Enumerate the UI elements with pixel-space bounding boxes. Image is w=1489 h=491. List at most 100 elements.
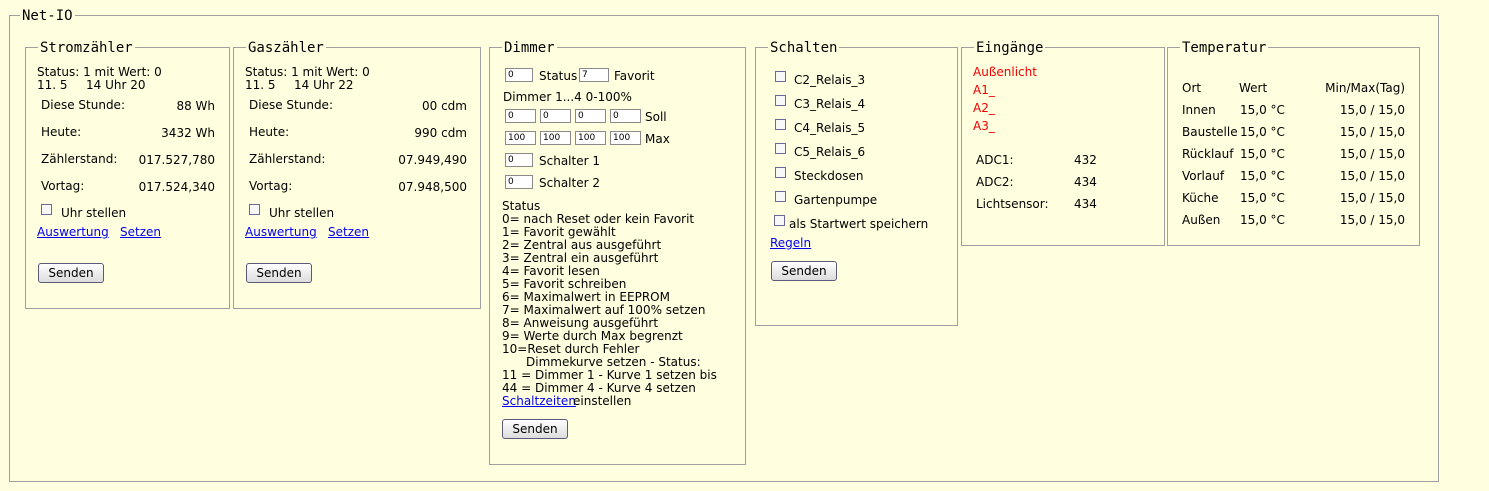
adc-value: 432 xyxy=(1074,153,1097,167)
temp-wert: 15,0 °C xyxy=(1240,147,1285,161)
strom-label: Diese Stunde: xyxy=(41,98,125,112)
schaltzeiten-suffix: einstellen xyxy=(573,394,632,408)
adc-value: 434 xyxy=(1074,175,1097,189)
relay-label: C4_Relais_5 xyxy=(794,121,866,135)
strom-status: Status: 1 mit Wert: 0 xyxy=(37,65,162,79)
strom-value: 017.524,340 xyxy=(138,180,215,194)
startwert-label: als Startwert speichern xyxy=(789,217,929,231)
strom-send-button[interactable]: Senden xyxy=(38,263,104,283)
dimmer-max-input[interactable]: 100 xyxy=(610,131,641,145)
temp-header-ort: Ort xyxy=(1182,81,1202,95)
adc-label: Lichtsensor: xyxy=(976,197,1049,211)
strom-time: 14 Uhr 20 xyxy=(86,78,146,92)
gas-value: 07.949,490 xyxy=(398,153,467,167)
dimmer-status-input[interactable]: 0 xyxy=(505,68,533,82)
temp-wert: 15,0 °C xyxy=(1240,169,1285,183)
dimmer-favorit-input[interactable]: 7 xyxy=(579,68,609,82)
relay-checkbox[interactable] xyxy=(775,95,786,106)
temp-minmax: 15,0 / 15,0 xyxy=(1339,191,1405,205)
temp-wert: 15,0 °C xyxy=(1240,103,1285,117)
temp-ort: Innen xyxy=(1182,103,1216,117)
adc-label: ADC1: xyxy=(976,153,1014,167)
temp-ort: Vorlauf xyxy=(1182,169,1225,183)
dimmer-max-input[interactable]: 100 xyxy=(540,131,571,145)
temp-ort: Baustelle xyxy=(1182,125,1238,139)
relay-label: Steckdosen xyxy=(794,169,864,183)
strom-value: 88 Wh xyxy=(176,99,215,113)
gas-status: Status: 1 mit Wert: 0 xyxy=(245,65,370,79)
temp-header-minmax: Min/Max(Tag) xyxy=(1325,81,1405,95)
gas-value: 00 cdm xyxy=(422,99,467,113)
gas-send-button[interactable]: Senden xyxy=(246,263,312,283)
dimmer-soll-input[interactable]: 0 xyxy=(610,109,641,123)
relay-checkbox[interactable] xyxy=(775,191,786,202)
dimmer-schalter2-input[interactable]: 0 xyxy=(505,175,533,189)
schalten-send-button[interactable]: Senden xyxy=(771,261,837,281)
temp-minmax: 15,0 / 15,0 xyxy=(1339,213,1405,227)
dimmer-soll-input[interactable]: 0 xyxy=(540,109,571,123)
eingaenge-panel: Eingänge Außenlicht A1_ A2_ A3_ ADC1: 43… xyxy=(961,40,1165,246)
strom-setzen-link[interactable]: Setzen xyxy=(120,225,161,239)
dimmer-schalter1-input[interactable]: 0 xyxy=(505,153,533,167)
strom-uhr-checkbox[interactable] xyxy=(41,204,52,215)
schalten-title: Schalten xyxy=(768,40,840,56)
strom-date: 11. 5 xyxy=(37,78,68,92)
gas-value: 990 cdm xyxy=(414,126,467,140)
temp-ort: Rücklauf xyxy=(1182,147,1234,161)
gas-uhr-checkbox[interactable] xyxy=(249,204,260,215)
gas-setzen-link[interactable]: Setzen xyxy=(328,225,369,239)
relay-checkbox[interactable] xyxy=(775,167,786,178)
strom-value: 3432 Wh xyxy=(161,126,215,140)
gas-value: 07.948,500 xyxy=(398,180,467,194)
gas-time: 14 Uhr 22 xyxy=(294,78,354,92)
relay-checkbox[interactable] xyxy=(775,119,786,130)
strom-title: Stromzähler xyxy=(38,40,135,56)
gas-auswertung-link[interactable]: Auswertung xyxy=(245,225,317,239)
strom-label: Zählerstand: xyxy=(41,152,118,166)
dimmer-soll-label: Soll xyxy=(645,110,667,124)
gas-date: 11. 5 xyxy=(245,78,276,92)
temp-minmax: 15,0 / 15,0 xyxy=(1339,147,1405,161)
gas-title: Gaszähler xyxy=(246,40,326,56)
dimmer-soll-input[interactable]: 0 xyxy=(575,109,606,123)
dimmer-status-help: Status 0= nach Reset oder kein Favorit 1… xyxy=(502,200,717,395)
dimmer-status-label: Status xyxy=(539,69,578,83)
relay-label: C5_Relais_6 xyxy=(794,145,866,159)
input-status: A3_ xyxy=(973,119,995,133)
schaltzeiten-link[interactable]: Schaltzeiten xyxy=(502,394,576,408)
dimmer-soll-input[interactable]: 0 xyxy=(505,109,536,123)
adc-label: ADC2: xyxy=(976,175,1014,189)
temp-wert: 15,0 °C xyxy=(1240,213,1285,227)
regeln-link[interactable]: Regeln xyxy=(770,236,811,250)
relay-label: C3_Relais_4 xyxy=(794,97,866,111)
gas-label: Vortag: xyxy=(249,179,293,193)
relay-checkbox[interactable] xyxy=(775,71,786,82)
relay-label: Gartenpumpe xyxy=(794,193,878,207)
dimmer-max-label: Max xyxy=(645,132,670,146)
dimmer-max-input[interactable]: 100 xyxy=(575,131,606,145)
gas-panel: Gaszähler Status: 1 mit Wert: 0 11. 5 14… xyxy=(233,40,481,309)
relay-checkbox[interactable] xyxy=(775,143,786,154)
dimmer-send-button[interactable]: Senden xyxy=(502,419,568,439)
dimmer-favorit-label: Favorit xyxy=(614,69,655,83)
temp-wert: 15,0 °C xyxy=(1240,125,1285,139)
dimmer-max-input[interactable]: 100 xyxy=(505,131,536,145)
gas-label: Zählerstand: xyxy=(249,152,326,166)
strom-uhr-label: Uhr stellen xyxy=(61,206,127,220)
startwert-checkbox[interactable] xyxy=(774,215,785,226)
temp-ort: Küche xyxy=(1182,191,1219,205)
netio-legend: Net-IO xyxy=(20,8,75,24)
relay-label: C2_Relais_3 xyxy=(794,73,866,87)
input-status: A1_ xyxy=(973,83,995,97)
strom-auswertung-link[interactable]: Auswertung xyxy=(37,225,109,239)
eingaenge-title: Eingänge xyxy=(974,40,1046,56)
schalten-panel: Schalten C2_Relais_3 C3_Relais_4 C4_Rela… xyxy=(755,40,958,326)
temp-minmax: 15,0 / 15,0 xyxy=(1339,103,1405,117)
strom-label: Vortag: xyxy=(41,179,85,193)
gas-label: Diese Stunde: xyxy=(249,98,333,112)
strom-label: Heute: xyxy=(41,125,82,139)
temp-minmax: 15,0 / 15,0 xyxy=(1339,169,1405,183)
gas-label: Heute: xyxy=(249,125,290,139)
input-status: A2_ xyxy=(973,101,995,115)
temp-header-wert: Wert xyxy=(1239,81,1268,95)
